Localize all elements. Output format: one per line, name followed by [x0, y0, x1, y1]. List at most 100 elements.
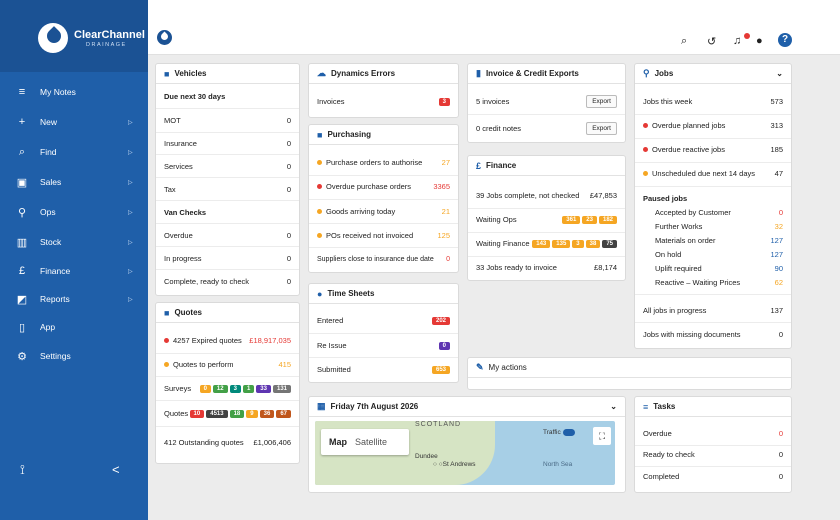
card-title: Vehicles [174, 69, 207, 78]
export-credit-button[interactable]: Export [586, 121, 617, 135]
sidebar-item-new[interactable]: + New ▷ [0, 107, 148, 137]
search-icon[interactable]: ⌕ [681, 35, 687, 48]
dynamics-invoices-row[interactable]: Invoices 3 [317, 95, 450, 107]
sidebar-item-settings[interactable]: ⚙ Settings [0, 341, 148, 371]
van-row-progress[interactable]: In progress 0 [164, 252, 291, 264]
share-icon[interactable]: < [112, 462, 120, 477]
surveys-row[interactable]: Surveys 0 12 3 1 33 131 [164, 382, 291, 394]
overdue-planned-row[interactable]: Overdue planned jobs 313 [643, 119, 783, 131]
sidebar-item-label: My Notes [40, 87, 76, 97]
sidebar-item-sales[interactable]: ▣ Sales ▷ [0, 167, 148, 197]
sidebar-item-label: Stock [40, 237, 62, 247]
tasks-overdue-row[interactable]: Overdue 0 [643, 427, 783, 439]
sidebar-item-finance[interactable]: £ Finance ▷ [0, 256, 148, 286]
sidebar-item-app[interactable]: ▯ App [0, 312, 148, 342]
history-icon[interactable]: ↺ [707, 35, 716, 48]
sidebar-item-label: Sales [40, 177, 62, 187]
paused-further-row[interactable]: Further Works 32 [655, 220, 783, 232]
cloud-icon: ☁ [317, 68, 326, 78]
paused-uplift-row[interactable]: Uplift required 90 [655, 262, 783, 274]
brand-area[interactable]: ClearChannel DRAINAGE [0, 0, 148, 72]
bell-icon[interactable]: ♫ [733, 35, 741, 47]
paused-accepted-row[interactable]: Accepted by Customer 0 [655, 206, 783, 218]
badge: 18 [229, 410, 245, 418]
timesheet-entered-row[interactable]: Entered 202 [317, 314, 450, 326]
vehicle-row-services[interactable]: Services 0 [164, 160, 291, 172]
pos-not-invoiced-row[interactable]: POs received not invoiced 125 [317, 229, 450, 241]
plus-icon: + [18, 116, 26, 128]
satellite-tab[interactable]: Satellite [355, 437, 387, 447]
timesheet-reissue-row[interactable]: Re Issue 0 [317, 339, 450, 351]
badge: 33 [256, 385, 271, 393]
quotes-status-row[interactable]: Quotes 10 4513 18 9 36 67 [164, 407, 291, 419]
jobs-this-week-row[interactable]: Jobs this week 573 [643, 95, 783, 107]
card-title: Friday 7th August 2026 [330, 402, 419, 411]
fullscreen-icon[interactable]: ⛶ [593, 427, 611, 445]
purchase-overdue-row[interactable]: Overdue purchase orders 3365 [317, 180, 450, 192]
map-icon: ▦ [317, 401, 326, 411]
jobs-not-checked-row[interactable]: 39 Jobs complete, not checked £47,853 [476, 189, 617, 201]
van-row-complete[interactable]: Complete, ready to check 0 [164, 275, 291, 287]
chart-icon: ◩ [16, 293, 28, 306]
search-icon: ⌕ [18, 145, 26, 158]
vehicles-due-heading: Due next 30 days [164, 91, 226, 101]
card-title: Purchasing [327, 130, 372, 139]
tasks-ready-row[interactable]: Ready to check 0 [643, 448, 783, 460]
help-icon[interactable]: ? [778, 33, 792, 47]
van-row-overdue[interactable]: Overdue 0 [164, 229, 291, 241]
missing-docs-row[interactable]: Jobs with missing documents 0 [643, 328, 783, 340]
jobs-card: ⚲ Jobs ⌄ Jobs this week 573 Overdue planned… [634, 63, 792, 349]
sidebar-item-reports[interactable]: ◩ Reports ▷ [0, 284, 148, 314]
vehicle-row-mot[interactable]: MOT 0 [164, 114, 291, 126]
all-jobs-row[interactable]: All jobs in progress 137 [643, 304, 783, 316]
export-invoices-button[interactable]: Export [586, 94, 617, 108]
card-title: Dynamics Errors [331, 69, 396, 78]
sidebar-item-ops[interactable]: ⚲ Ops ▷ [0, 197, 148, 227]
file-icon: ▮ [476, 68, 481, 78]
chevron-down-icon[interactable]: ⌄ [776, 69, 783, 78]
traffic-toggle[interactable]: Traffic [543, 429, 575, 436]
badge: 3 [572, 240, 584, 248]
my-actions-card[interactable]: ✎ My actions [467, 357, 792, 390]
unscheduled-row[interactable]: Unscheduled due next 14 days 47 [643, 167, 783, 179]
tasks-completed-row[interactable]: Completed 0 [643, 470, 783, 482]
goods-arriving-row[interactable]: Goods arriving today 21 [317, 205, 450, 217]
outstanding-quotes-row[interactable]: 412 Outstanding quotes £1,006,406 [164, 436, 291, 448]
paused-onhold-row[interactable]: On hold 127 [655, 248, 783, 260]
sidebar-item-label: App [40, 322, 56, 332]
waiting-ops-row[interactable]: Waiting Ops 361 23 182 [476, 213, 617, 225]
user-icon[interactable]: ● [756, 35, 763, 47]
badge: 75 [602, 240, 617, 248]
badge: 4513 [206, 410, 228, 418]
vehicle-row-tax[interactable]: Tax 0 [164, 183, 291, 195]
quotes-perform-row[interactable]: Quotes to perform 415 [164, 358, 291, 370]
overdue-reactive-row[interactable]: Overdue reactive jobs 185 [643, 143, 783, 155]
badge: 36 [259, 410, 275, 418]
paused-reactive-row[interactable]: Reactive – Waiting Prices 62 [655, 276, 783, 288]
rss-icon[interactable]: ⟟ [20, 462, 25, 478]
waiting-finance-row[interactable]: Waiting Finance 143 135 3 38 75 [476, 237, 617, 249]
sidebar-item-find[interactable]: ⌕ Find ▷ [0, 137, 148, 167]
expired-quotes-row[interactable]: 4257 Expired quotes £18,917,035 [164, 334, 291, 346]
map-view[interactable]: SCOTLAND Dundee ○ ○St Andrews North Sea … [315, 421, 615, 485]
chevron-down-icon[interactable]: ⌄ [610, 402, 617, 411]
briefcase-icon: ▣ [16, 176, 28, 189]
map-tab[interactable]: Map [321, 437, 355, 447]
map-label-scotland: SCOTLAND [415, 421, 462, 428]
supplier-insurance-row[interactable]: Suppliers close to insurance due date 0 [317, 253, 450, 265]
notes-icon: ≡ [18, 86, 26, 98]
dynamics-errors-card: ☁ Dynamics Errors Invoices 3 [308, 63, 459, 118]
paused-materials-row[interactable]: Materials on order 127 [655, 234, 783, 246]
timesheet-submitted-row[interactable]: Submitted 653 [317, 363, 450, 375]
vehicle-row-insurance[interactable]: Insurance 0 [164, 137, 291, 149]
card-title: My actions [488, 363, 527, 372]
jobs-ready-invoice-row[interactable]: 33 Jobs ready to invoice £8,174 [476, 261, 617, 273]
drop-logo-icon[interactable] [157, 30, 172, 45]
map-label-dundee: Dundee [415, 453, 438, 460]
sidebar-item-stock[interactable]: ▥ Stock ▷ [0, 227, 148, 257]
purchase-authorise-row[interactable]: Purchase orders to authorise 27 [317, 156, 450, 168]
badge: 67 [276, 410, 291, 418]
sidebar-item-my-notes[interactable]: ≡ My Notes [0, 77, 148, 107]
pencil-icon: ✎ [476, 362, 484, 372]
map-type-tabs: Map Satellite [321, 429, 409, 455]
